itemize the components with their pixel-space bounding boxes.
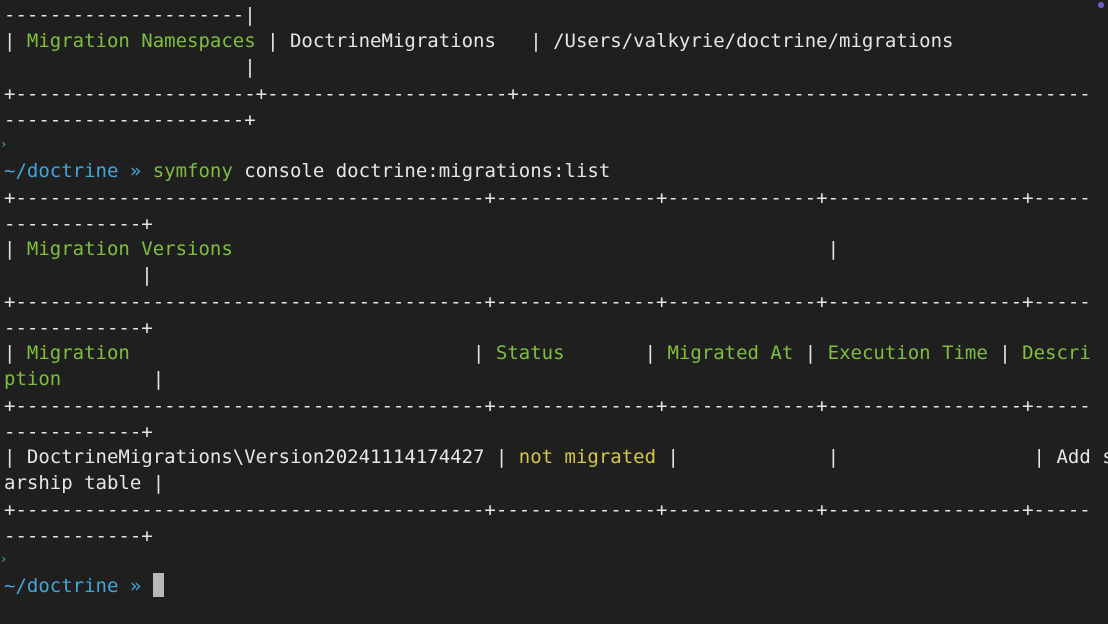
namespace-table-row: | Migration Namespaces | DoctrineMigrati… [4, 30, 954, 52]
header-description-cont: ption [4, 368, 62, 390]
prompt-path: ~/doctrine [4, 575, 119, 597]
namespace-table-border: ---------------------+ [4, 109, 256, 131]
table-border: +---------------------------------------… [4, 291, 1091, 313]
table-border: +---------------------------------------… [4, 395, 1091, 417]
row-status: not migrated [518, 446, 657, 468]
command-line: ~/doctrine » symfony console doctrine:mi… [4, 158, 610, 184]
table-border: ------------+ [4, 525, 153, 547]
table-row: | DoctrineMigrations\Version202411141744… [4, 444, 1108, 470]
table-title-row: | Migration Versions | [4, 238, 840, 260]
header-migrated-at: Migrated At [667, 342, 794, 364]
prompt-separator: » [118, 575, 153, 597]
row-migration: DoctrineMigrations\Version20241114174427 [26, 446, 485, 468]
table-title: Migration Versions [26, 238, 233, 260]
prompt-marker-icon: › [0, 137, 8, 151]
table-title-row-cont: | [4, 264, 153, 286]
header-status: Status [495, 342, 565, 364]
prompt-separator: » [118, 160, 153, 182]
command-args: console doctrine:migrations:list [232, 160, 611, 182]
table-row-cont: arship table | [4, 472, 165, 494]
command-name: symfony [152, 160, 233, 182]
namespace-table-row-cont: | [4, 56, 256, 78]
prompt-path: ~/doctrine [4, 160, 119, 182]
notification-dot-icon [1098, 2, 1104, 8]
table-border: ------------+ [4, 213, 153, 235]
header-execution-time: Execution Time [827, 342, 988, 364]
namespace-table-border: +---------------------+-----------------… [4, 83, 1091, 105]
header-migration: Migration [26, 342, 130, 364]
prompt-line[interactable]: ~/doctrine » [4, 573, 164, 599]
table-header-row: | Migration | Status | Migrated At | Exe… [4, 342, 1091, 364]
namespace-values: | DoctrineMigrations | /Users/valkyrie/d… [255, 30, 954, 52]
namespace-label: Migration Namespaces [26, 30, 256, 52]
text-cursor [152, 573, 164, 597]
table-border: +---------------------------------------… [4, 499, 1091, 521]
row-description: Add st [1056, 446, 1108, 468]
namespace-table-border: ---------------------| [4, 4, 256, 26]
table-border: ------------+ [4, 317, 153, 339]
table-border: +---------------------------------------… [4, 187, 1091, 209]
terminal-window[interactable]: ---------------------| | Migration Names… [0, 0, 1108, 624]
table-header-row-cont: ption | [4, 368, 165, 390]
row-description-cont: arship table [4, 472, 142, 494]
prompt-marker-icon: › [0, 552, 8, 566]
table-border: ------------+ [4, 421, 153, 443]
header-description: Descri [1022, 342, 1091, 364]
